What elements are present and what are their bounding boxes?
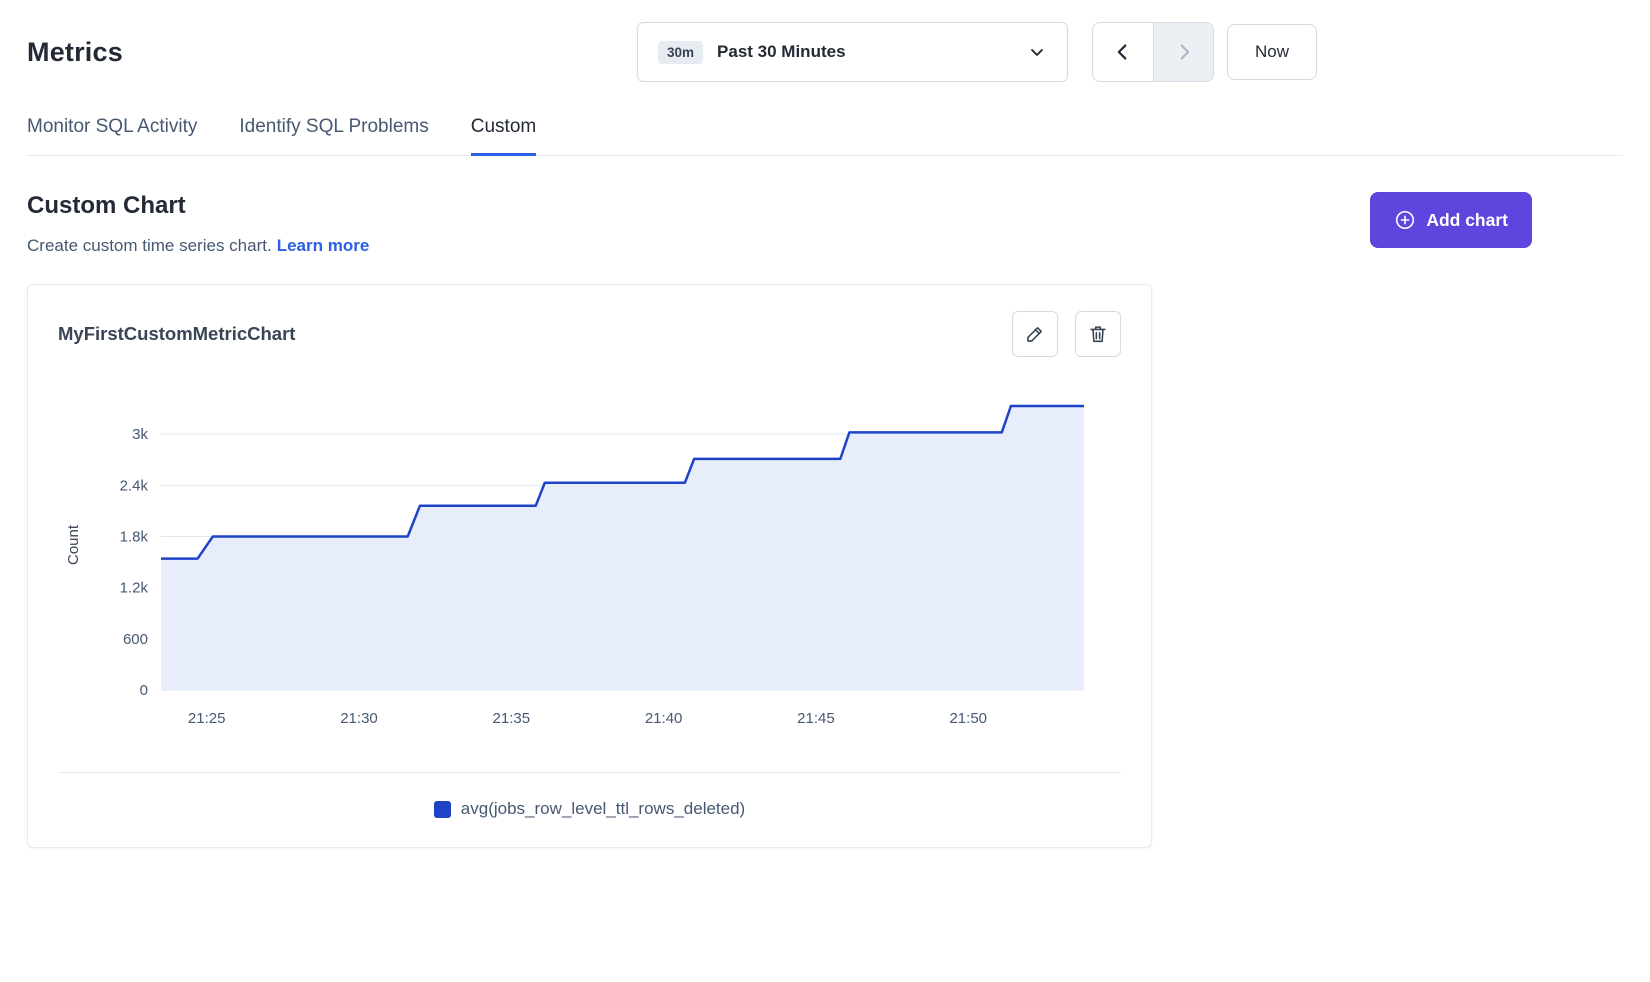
svg-text:2.4k: 2.4k	[120, 477, 149, 494]
svg-text:0: 0	[140, 682, 148, 699]
next-window-button[interactable]	[1153, 22, 1214, 82]
trash-icon	[1087, 323, 1109, 345]
legend-divider	[58, 772, 1121, 773]
chevron-left-icon	[1112, 41, 1134, 63]
time-window-badge: 30m	[658, 41, 703, 64]
pencil-icon	[1024, 323, 1046, 345]
previous-window-button[interactable]	[1092, 22, 1153, 82]
section-subtitle-text: Create custom time series chart.	[27, 236, 272, 255]
learn-more-link[interactable]: Learn more	[277, 236, 370, 255]
tab-monitor-sql-activity[interactable]: Monitor SQL Activity	[27, 116, 197, 156]
tab-custom[interactable]: Custom	[471, 116, 536, 156]
time-controls: 30m Past 30 Minutes Now	[637, 22, 1317, 82]
chart-title: MyFirstCustomMetricChart	[58, 323, 295, 345]
svg-text:21:35: 21:35	[493, 710, 531, 727]
chevron-down-icon	[1027, 42, 1047, 62]
svg-text:21:45: 21:45	[797, 710, 835, 727]
delete-chart-button[interactable]	[1075, 311, 1121, 357]
metrics-page: Metrics 30m Past 30 Minutes	[0, 0, 1650, 888]
custom-chart-section-header: Custom Chart Create custom time series c…	[27, 192, 1532, 256]
section-title: Custom Chart	[27, 192, 369, 220]
time-nav-group	[1092, 22, 1214, 82]
svg-text:Count: Count	[65, 524, 82, 565]
custom-chart-card: MyFirstCustomMetricChart 0 600 1.2k 1.8k 2.4…	[27, 284, 1152, 848]
edit-chart-button[interactable]	[1012, 311, 1058, 357]
svg-text:21:25: 21:25	[188, 710, 226, 727]
plus-circle-icon	[1394, 209, 1416, 231]
time-window-dropdown[interactable]: 30m Past 30 Minutes	[637, 22, 1068, 82]
svg-text:21:40: 21:40	[645, 710, 683, 727]
svg-text:1.8k: 1.8k	[120, 528, 149, 545]
tab-identify-sql-problems[interactable]: Identify SQL Problems	[239, 116, 428, 156]
page-header: Metrics 30m Past 30 Minutes	[27, 22, 1623, 82]
chart-plot-area: 0 600 1.2k 1.8k 2.4k 3k 21:25 21:30 21:35 21:40 21…	[58, 385, 1121, 740]
svg-text:21:50: 21:50	[949, 710, 987, 727]
svg-text:3k: 3k	[132, 426, 148, 443]
add-chart-label: Add chart	[1426, 210, 1508, 231]
timeseries-chart[interactable]: 0 600 1.2k 1.8k 2.4k 3k 21:25 21:30 21:35 21:40 21…	[58, 385, 1123, 740]
time-window-label: Past 30 Minutes	[717, 42, 846, 62]
svg-text:1.2k: 1.2k	[120, 580, 149, 597]
legend-swatch	[434, 801, 451, 818]
section-subtitle: Create custom time series chart. Learn mo…	[27, 236, 369, 256]
chart-legend[interactable]: avg(jobs_row_level_ttl_rows_deleted)	[58, 799, 1121, 819]
legend-label: avg(jobs_row_level_ttl_rows_deleted)	[461, 799, 745, 819]
now-button[interactable]: Now	[1227, 24, 1317, 80]
metrics-tabs: Monitor SQL Activity Identify SQL Proble…	[27, 116, 1623, 156]
page-title: Metrics	[27, 37, 637, 68]
chevron-right-icon	[1173, 41, 1195, 63]
add-chart-button[interactable]: Add chart	[1370, 192, 1532, 248]
svg-text:21:30: 21:30	[340, 710, 378, 727]
svg-text:600: 600	[123, 631, 148, 648]
